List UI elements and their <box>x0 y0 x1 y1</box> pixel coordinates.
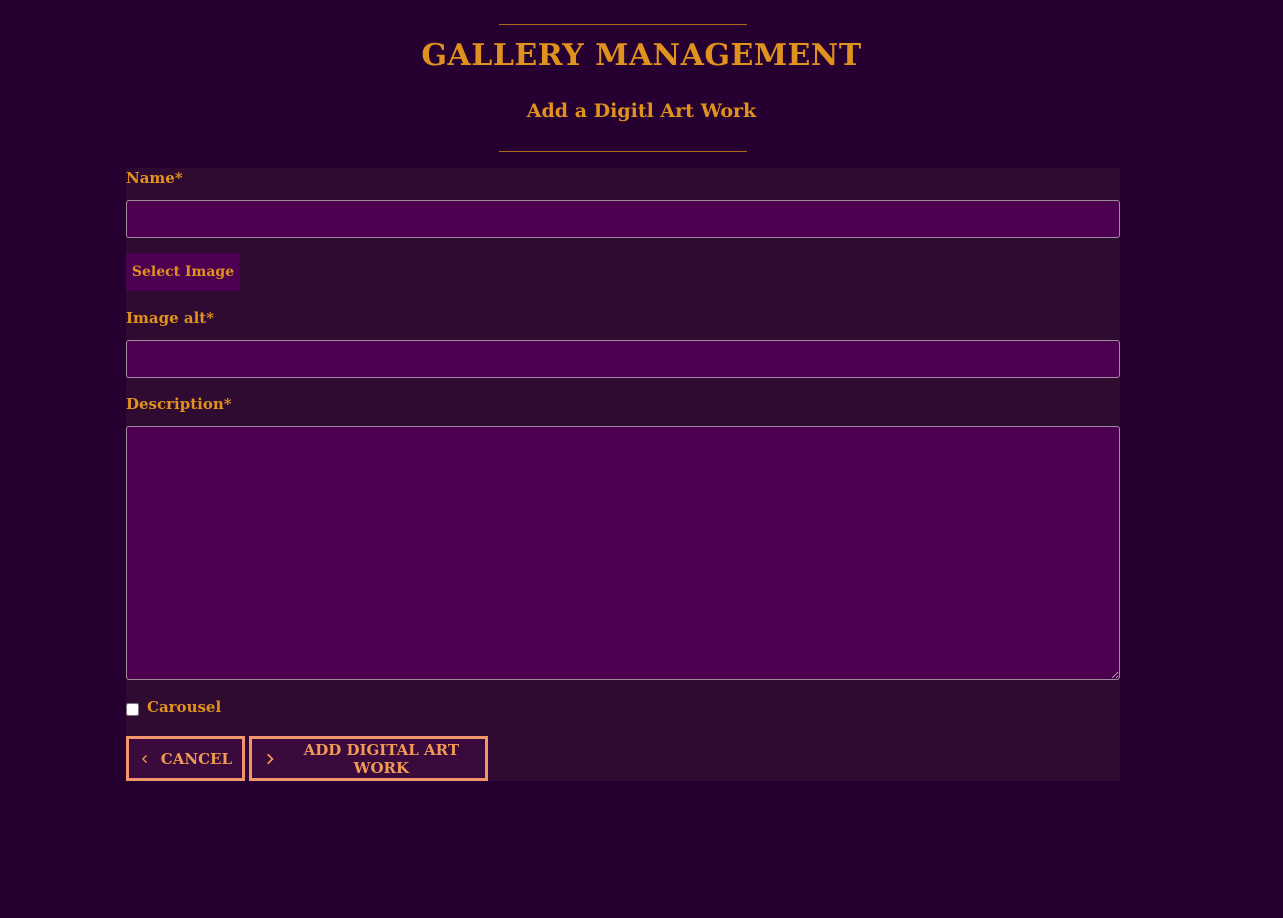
name-input[interactable] <box>126 200 1120 238</box>
description-label: Description* <box>126 395 232 413</box>
name-label: Name* <box>126 169 183 187</box>
add-digital-art-work-button[interactable]: ADD DIGITAL ART WORK <box>249 736 488 781</box>
carousel-label: Carousel <box>147 698 222 716</box>
gallery-management-page: GALLERY MANAGEMENT Add a Digitl Art Work… <box>0 0 1283 918</box>
header-bottom-divider <box>499 151 747 152</box>
chevron-right-icon <box>267 753 274 764</box>
add-button-label: ADD DIGITAL ART WORK <box>303 740 460 777</box>
cancel-button-label: CANCEL <box>160 749 232 768</box>
select-image-button[interactable]: Select Image <box>126 253 240 291</box>
page-title: GALLERY MANAGEMENT <box>421 38 862 73</box>
image-alt-input[interactable] <box>126 340 1120 378</box>
image-alt-label: Image alt* <box>126 309 215 327</box>
chevron-left-icon <box>142 754 147 763</box>
page-subtitle: Add a Digitl Art Work <box>526 100 757 122</box>
carousel-row: Carousel <box>126 696 221 718</box>
carousel-checkbox[interactable] <box>126 702 139 716</box>
description-textarea[interactable] <box>126 426 1120 680</box>
header-top-divider <box>499 24 747 25</box>
cancel-button[interactable]: CANCEL <box>126 736 245 781</box>
